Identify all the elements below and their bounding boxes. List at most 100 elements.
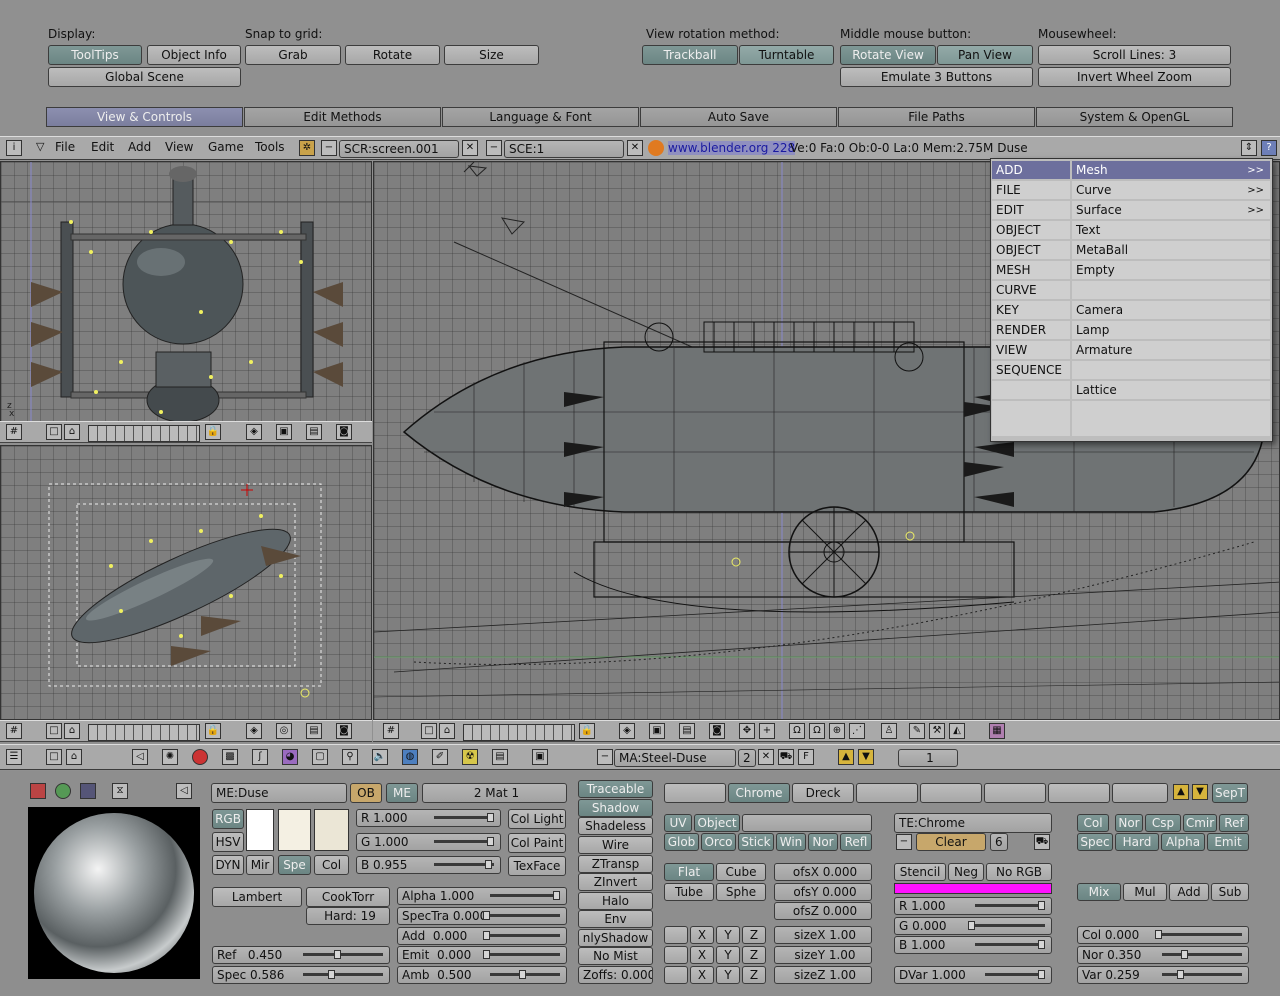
fake-user-icon[interactable]: F — [798, 749, 814, 765]
turntable-toggle[interactable]: Turntable — [739, 45, 834, 65]
ref-slider[interactable]: Ref 0.450 — [212, 946, 390, 964]
uv-coords-button[interactable]: UV — [664, 814, 692, 832]
proportional-icon[interactable]: Ω — [809, 723, 825, 739]
ztransp-toggle[interactable]: ZTransp — [578, 855, 653, 873]
sizey-field[interactable]: sizeY 1.00 — [774, 946, 872, 964]
blue-slider[interactable]: B 0.955 — [356, 856, 501, 874]
win-coords-button[interactable]: Win — [776, 833, 806, 851]
map-x-button-2[interactable]: X — [690, 946, 714, 964]
menu-view[interactable]: View — [165, 140, 193, 154]
home-icon-4[interactable]: ⌂ — [66, 749, 82, 765]
logic-icon[interactable]: ◁ — [132, 749, 148, 765]
zinvert-toggle[interactable]: ZInvert — [578, 873, 653, 891]
snap-icon-2[interactable]: ◎ — [276, 723, 292, 739]
menu-add[interactable]: Add — [128, 140, 151, 154]
window-icon-4[interactable]: □ — [46, 749, 62, 765]
object-coords-button[interactable]: Object — [694, 814, 740, 832]
material-browse-icon[interactable]: − — [597, 749, 613, 765]
cube-draw-icon[interactable]: ▣ — [276, 424, 292, 440]
mapto-emit-toggle[interactable]: Emit — [1207, 833, 1249, 851]
map-z-button-3[interactable]: Z — [742, 966, 766, 984]
wrench-icon[interactable]: ⚒ — [929, 723, 945, 739]
map-x-button-1[interactable]: X — [690, 926, 714, 944]
pan-view-toggle[interactable]: Pan View — [937, 45, 1033, 65]
front-viewport[interactable]: z x — [0, 161, 372, 422]
map-y-button-2[interactable]: Y — [716, 946, 740, 964]
map-x-blank-2[interactable] — [664, 946, 688, 964]
tab-system-opengl[interactable]: System & OpenGL — [1036, 107, 1233, 127]
rgb-mode-button[interactable]: RGB — [212, 809, 244, 829]
camera-icon-3[interactable]: ◙ — [709, 723, 725, 739]
mir-color-button[interactable]: Mir — [246, 855, 274, 875]
screen-name-field[interactable]: SCR:screen.001 — [339, 140, 459, 158]
shadeless-toggle[interactable]: Shadeless — [578, 817, 653, 835]
snap-icon-3[interactable]: ⋰ — [849, 723, 865, 739]
tooltips-toggle[interactable]: ToolTips — [48, 45, 142, 65]
layer-buttons-2[interactable] — [88, 724, 200, 741]
add-category-render[interactable]: RENDER — [992, 321, 1070, 340]
blend-mix-button[interactable]: Mix — [1077, 883, 1121, 901]
spe-color-button[interactable]: Spe — [278, 855, 311, 875]
pencil-icon[interactable]: ✎ — [909, 723, 925, 739]
car-icon[interactable]: ⛟ — [778, 749, 794, 765]
render-icon-2[interactable]: ▤ — [306, 723, 322, 739]
grid-icon-2[interactable]: # — [6, 723, 22, 739]
col-color-button[interactable]: Col — [314, 855, 349, 875]
diffuse-color-swatch[interactable] — [246, 809, 274, 851]
help-icon[interactable]: ? — [1261, 140, 1277, 156]
down-arrow-icon[interactable]: ▼ — [858, 749, 874, 765]
snap-rotate-toggle[interactable]: Rotate — [345, 45, 440, 65]
preview-bg-icon[interactable]: ⧖ — [112, 783, 128, 799]
mapto-csp-toggle[interactable]: Csp — [1145, 814, 1181, 832]
add-empty-item[interactable]: Empty — [1072, 261, 1270, 280]
render-icon-3[interactable]: ▤ — [679, 723, 695, 739]
texture-green-slider[interactable]: G 0.000 — [894, 917, 1052, 935]
dyn-mode-button[interactable]: DYN — [212, 855, 244, 875]
link-ob-button[interactable]: OB — [350, 783, 382, 803]
scroll-lines-field[interactable]: Scroll Lines: 3 — [1038, 45, 1231, 65]
sizex-field[interactable]: sizeX 1.00 — [774, 926, 872, 944]
add-lamp-item[interactable]: Lamp — [1072, 321, 1270, 340]
ofsx-field[interactable]: ofsX 0.000 — [774, 863, 872, 881]
pivot-icon-2[interactable]: ◈ — [246, 723, 262, 739]
mirror-color-swatch[interactable] — [314, 809, 349, 851]
object-info-toggle[interactable]: Object Info — [147, 45, 241, 65]
globe-icon[interactable]: ◍ — [402, 749, 418, 765]
layer-buttons-3[interactable] — [463, 724, 575, 741]
add-category-curve[interactable]: CURVE — [992, 281, 1070, 300]
constraint-icon[interactable]: ⚲ — [342, 749, 358, 765]
preview-cube-icon[interactable] — [80, 783, 96, 799]
map-x-blank-1[interactable] — [664, 926, 688, 944]
emit-slider[interactable]: Emit 0.000 — [397, 946, 567, 964]
screen-delete-icon[interactable]: ✕ — [462, 140, 478, 156]
rotate-view-toggle[interactable]: Rotate View — [840, 45, 936, 65]
texture-blue-slider[interactable]: B 1.000 — [894, 936, 1052, 954]
paint-brush-icon[interactable]: ✐ — [432, 749, 448, 765]
mapto-nor-toggle[interactable]: Nor — [1115, 814, 1143, 832]
sphe-projection-button[interactable]: Sphe — [716, 883, 766, 901]
add-slider[interactable]: Add 0.000 — [397, 927, 567, 945]
sound-icon[interactable]: 🔈 — [372, 749, 388, 765]
lamp-icon[interactable]: ✺ — [162, 749, 178, 765]
mapto-alpha-toggle[interactable]: Alpha — [1161, 833, 1205, 851]
map-y-button-3[interactable]: Y — [716, 966, 740, 984]
texface-toggle[interactable]: TexFace — [508, 856, 566, 876]
col-paint-toggle[interactable]: Col Paint — [508, 833, 566, 853]
shadow-toggle[interactable]: Shadow — [578, 799, 653, 817]
hardness-field[interactable]: Hard: 19 — [306, 907, 390, 925]
window-type-icon[interactable]: i — [6, 140, 22, 156]
cube-icon-3[interactable]: ▣ — [649, 723, 665, 739]
only-shadow-toggle[interactable]: nlyShadow — [578, 929, 653, 947]
pose-icon[interactable]: ♙ — [881, 723, 897, 739]
layer-buttons[interactable] — [88, 425, 200, 442]
map-x-blank-3[interactable] — [664, 966, 688, 984]
tube-projection-button[interactable]: Tube — [664, 883, 714, 901]
menu-file[interactable]: File — [55, 140, 75, 154]
ofsy-field[interactable]: ofsY 0.000 — [774, 883, 872, 901]
scene-delete-icon[interactable]: ✕ — [627, 140, 643, 156]
texture-slot-4[interactable] — [856, 783, 918, 803]
mapto-spec-toggle[interactable]: Spec — [1077, 833, 1113, 851]
texture-slot-8[interactable] — [1112, 783, 1168, 803]
texture-name-field[interactable]: TE:Chrome — [894, 813, 1052, 833]
flat-projection-button[interactable]: Flat — [664, 863, 714, 881]
